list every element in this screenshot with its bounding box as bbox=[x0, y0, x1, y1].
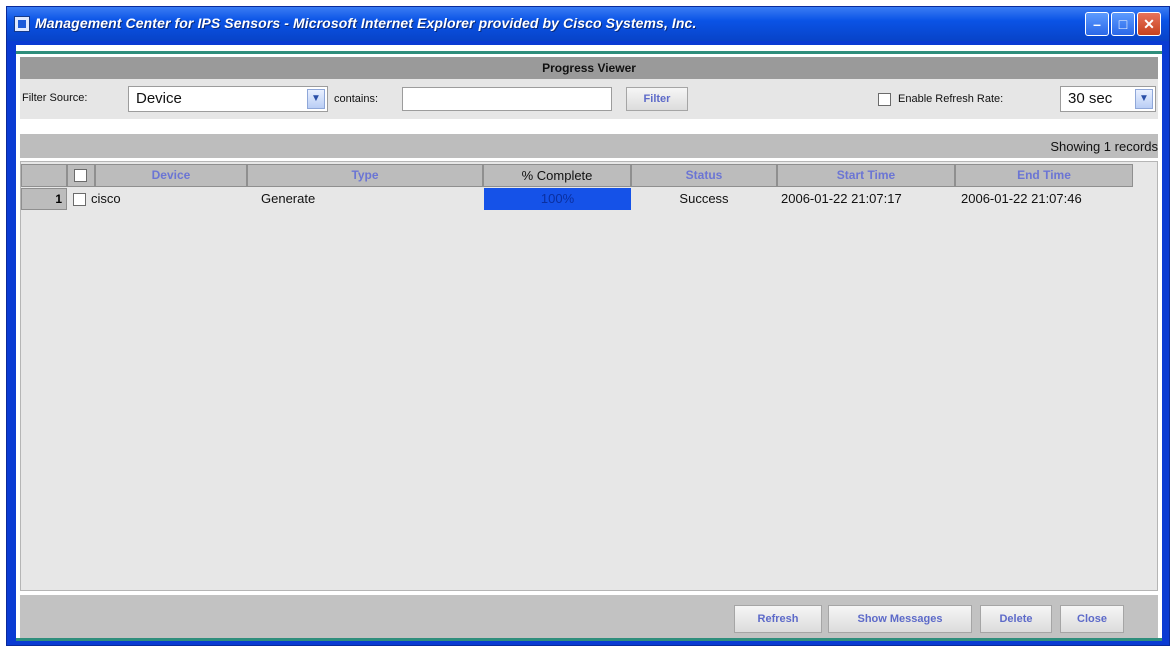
column-header-status[interactable]: Status bbox=[631, 164, 777, 187]
app-icon bbox=[14, 16, 30, 32]
close-button[interactable]: Close bbox=[1060, 605, 1124, 633]
chevron-down-icon[interactable]: ▼ bbox=[1135, 89, 1153, 109]
refresh-rate-select[interactable]: 30 sec ▼ bbox=[1060, 86, 1156, 112]
filter-source-select[interactable]: Device ▼ bbox=[128, 86, 328, 112]
action-bar: Refresh Show Messages Delete Close bbox=[20, 595, 1158, 638]
refresh-button[interactable]: Refresh bbox=[734, 605, 822, 633]
select-all-checkbox[interactable] bbox=[74, 169, 87, 182]
column-header-end-time[interactable]: End Time bbox=[955, 164, 1133, 187]
refresh-rate-value: 30 sec bbox=[1068, 90, 1113, 107]
column-header-device[interactable]: Device bbox=[95, 164, 247, 187]
browser-window: Management Center for IPS Sensors - Micr… bbox=[6, 6, 1170, 646]
cell-type: Generate bbox=[261, 191, 316, 206]
progress-label: 100% bbox=[540, 191, 575, 206]
cell-device: cisco bbox=[91, 191, 121, 206]
maximize-button[interactable]: □ bbox=[1111, 12, 1135, 36]
page-content: Progress Viewer Filter Source: Device ▼ … bbox=[16, 45, 1162, 641]
refresh-rate-label: Enable Refresh Rate: bbox=[898, 93, 1004, 105]
filter-source-value: Device bbox=[136, 90, 182, 107]
records-bar: Showing 1 records bbox=[20, 134, 1158, 158]
delete-button[interactable]: Delete bbox=[980, 605, 1052, 633]
chevron-down-icon[interactable]: ▼ bbox=[307, 89, 325, 109]
column-header-start-time[interactable]: Start Time bbox=[777, 164, 955, 187]
window-title: Management Center for IPS Sensors - Micr… bbox=[35, 15, 697, 31]
bottom-divider bbox=[16, 638, 1162, 641]
cell-status: Success bbox=[679, 191, 729, 206]
select-all-header bbox=[67, 164, 95, 187]
filter-bar: Filter Source: Device ▼ contains: Filter… bbox=[20, 79, 1158, 119]
column-header-type[interactable]: Type bbox=[247, 164, 483, 187]
filter-source-label: Filter Source: bbox=[22, 92, 88, 104]
contains-label: contains: bbox=[334, 93, 379, 105]
row-checkbox[interactable] bbox=[73, 193, 86, 206]
progress-table: Device Type % Complete Status Start Time… bbox=[20, 161, 1158, 591]
row-number: 1 bbox=[21, 188, 67, 210]
panel-title: Progress Viewer bbox=[20, 57, 1158, 79]
contains-input[interactable] bbox=[402, 87, 612, 111]
refresh-rate-checkbox[interactable] bbox=[878, 93, 891, 106]
table-row[interactable]: 1 cisco Generate 100% Success 2006-01-22… bbox=[21, 188, 1157, 210]
cell-start-time: 2006-01-22 21:07:17 bbox=[781, 191, 902, 206]
column-header-complete[interactable]: % Complete bbox=[483, 164, 631, 187]
cell-end-time: 2006-01-22 21:07:46 bbox=[961, 191, 1082, 206]
records-count: Showing 1 records bbox=[1050, 139, 1158, 154]
close-window-button[interactable]: ✕ bbox=[1137, 12, 1161, 36]
title-bar[interactable]: Management Center for IPS Sensors - Micr… bbox=[7, 7, 1169, 41]
progress-bar: 100% bbox=[484, 188, 631, 210]
minimize-button[interactable]: – bbox=[1085, 12, 1109, 36]
top-divider bbox=[16, 51, 1162, 54]
filter-button[interactable]: Filter bbox=[626, 87, 688, 111]
show-messages-button[interactable]: Show Messages bbox=[828, 605, 972, 633]
row-number-header bbox=[21, 164, 67, 187]
